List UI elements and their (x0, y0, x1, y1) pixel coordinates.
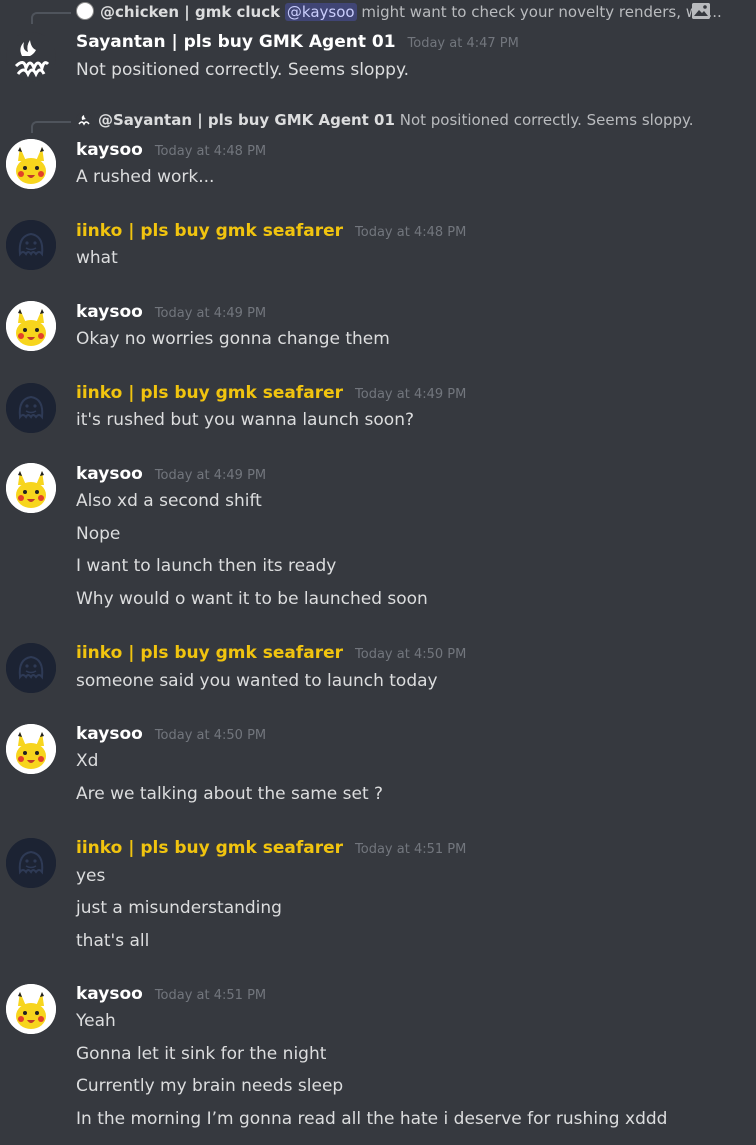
reply-text: might want to check your novelty renders… (361, 3, 722, 21)
message-text: just a misunderstanding (76, 898, 282, 918)
sayantan-mini-avatar-icon (76, 112, 92, 128)
timestamp: Today at 4:51 PM (355, 842, 467, 857)
timestamp: Today at 4:51 PM (154, 988, 267, 1003)
message-text: it's rushed but you wanna launch soon? (76, 410, 415, 430)
message-text: that's all (76, 931, 150, 951)
reply-text: Not positioned correctly. Seems sloppy. (399, 111, 694, 129)
message-text: Gonna let it sink for the night (76, 1044, 327, 1064)
iinko-avatar[interactable] (6, 383, 56, 433)
image-icon (692, 3, 710, 19)
message-text: I want to launch then its ready (76, 556, 337, 576)
kaysoo-avatar[interactable] (6, 724, 56, 774)
timestamp: Today at 4:47 PM (407, 36, 519, 51)
message-author[interactable]: iinko | pls buy gmk seafarer Today at 4:5… (76, 838, 466, 858)
message-author[interactable]: iinko | pls buy gmk seafarer Today at 4:5… (76, 643, 466, 663)
message-text: Also xd a second shift (76, 491, 262, 511)
iinko-avatar[interactable] (6, 838, 56, 888)
message-author[interactable]: kaysoo Today at 4:50 PM (76, 724, 266, 744)
kaysoo-avatar[interactable] (6, 984, 56, 1034)
timestamp: Today at 4:48 PM (355, 225, 467, 240)
timestamp: Today at 4:49 PM (154, 468, 267, 483)
message-author[interactable]: kaysoo Today at 4:51 PM (76, 984, 266, 1004)
timestamp: Today at 4:50 PM (355, 647, 467, 662)
chicken-avatar-icon (76, 2, 94, 20)
message-text: Are we talking about the same set ? (76, 784, 384, 804)
reply-preview[interactable]: @Sayantan | pls buy GMK Agent 01 Not pos… (76, 111, 694, 129)
message-text: Not positioned correctly. Seems sloppy. (76, 60, 410, 80)
timestamp: Today at 4:49 PM (355, 387, 467, 402)
reply-author[interactable]: @Sayantan | pls buy GMK Agent 01 (98, 111, 395, 129)
message-text: someone said you wanted to launch today (76, 671, 438, 691)
mention[interactable]: @kaysoo (284, 3, 357, 21)
timestamp: Today at 4:49 PM (154, 306, 267, 321)
iinko-avatar[interactable] (6, 643, 56, 693)
message-text: Yeah (76, 1011, 116, 1031)
message-author[interactable]: kaysoo Today at 4:49 PM (76, 302, 266, 322)
message-text: Currently my brain needs sleep (76, 1076, 344, 1096)
kaysoo-avatar[interactable] (6, 301, 56, 351)
message-text: Xd (76, 751, 99, 771)
message-text: Okay no worries gonna change them (76, 329, 390, 349)
message-text: In the morning I’m gonna read all the ha… (76, 1109, 668, 1129)
timestamp: Today at 4:50 PM (154, 728, 267, 743)
reply-preview[interactable]: @chicken | gmk cluck @kaysoo might want … (76, 2, 722, 21)
message-author[interactable]: iinko | pls buy gmk seafarer Today at 4:4… (76, 221, 466, 241)
sayantan-avatar[interactable] (6, 32, 56, 82)
kaysoo-avatar[interactable] (6, 139, 56, 189)
message-text: Why would o want it to be launched soon (76, 589, 428, 609)
message-text: what (76, 248, 118, 268)
timestamp: Today at 4:48 PM (154, 144, 267, 159)
kaysoo-avatar[interactable] (6, 463, 56, 513)
message-author[interactable]: iinko | pls buy gmk seafarer Today at 4:4… (76, 383, 466, 403)
iinko-avatar[interactable] (6, 220, 56, 270)
message-text: A rushed work... (76, 167, 215, 187)
message-text: yes (76, 866, 106, 886)
message-author[interactable]: kaysoo Today at 4:48 PM (76, 140, 266, 160)
reply-spine (31, 121, 71, 133)
message-text: Nope (76, 524, 121, 544)
message-author[interactable]: Sayantan | pls buy GMK Agent 01 Today at … (76, 32, 519, 52)
reply-author[interactable]: @chicken | gmk cluck (100, 3, 280, 21)
message-author[interactable]: kaysoo Today at 4:49 PM (76, 464, 266, 484)
reply-spine (31, 12, 71, 24)
